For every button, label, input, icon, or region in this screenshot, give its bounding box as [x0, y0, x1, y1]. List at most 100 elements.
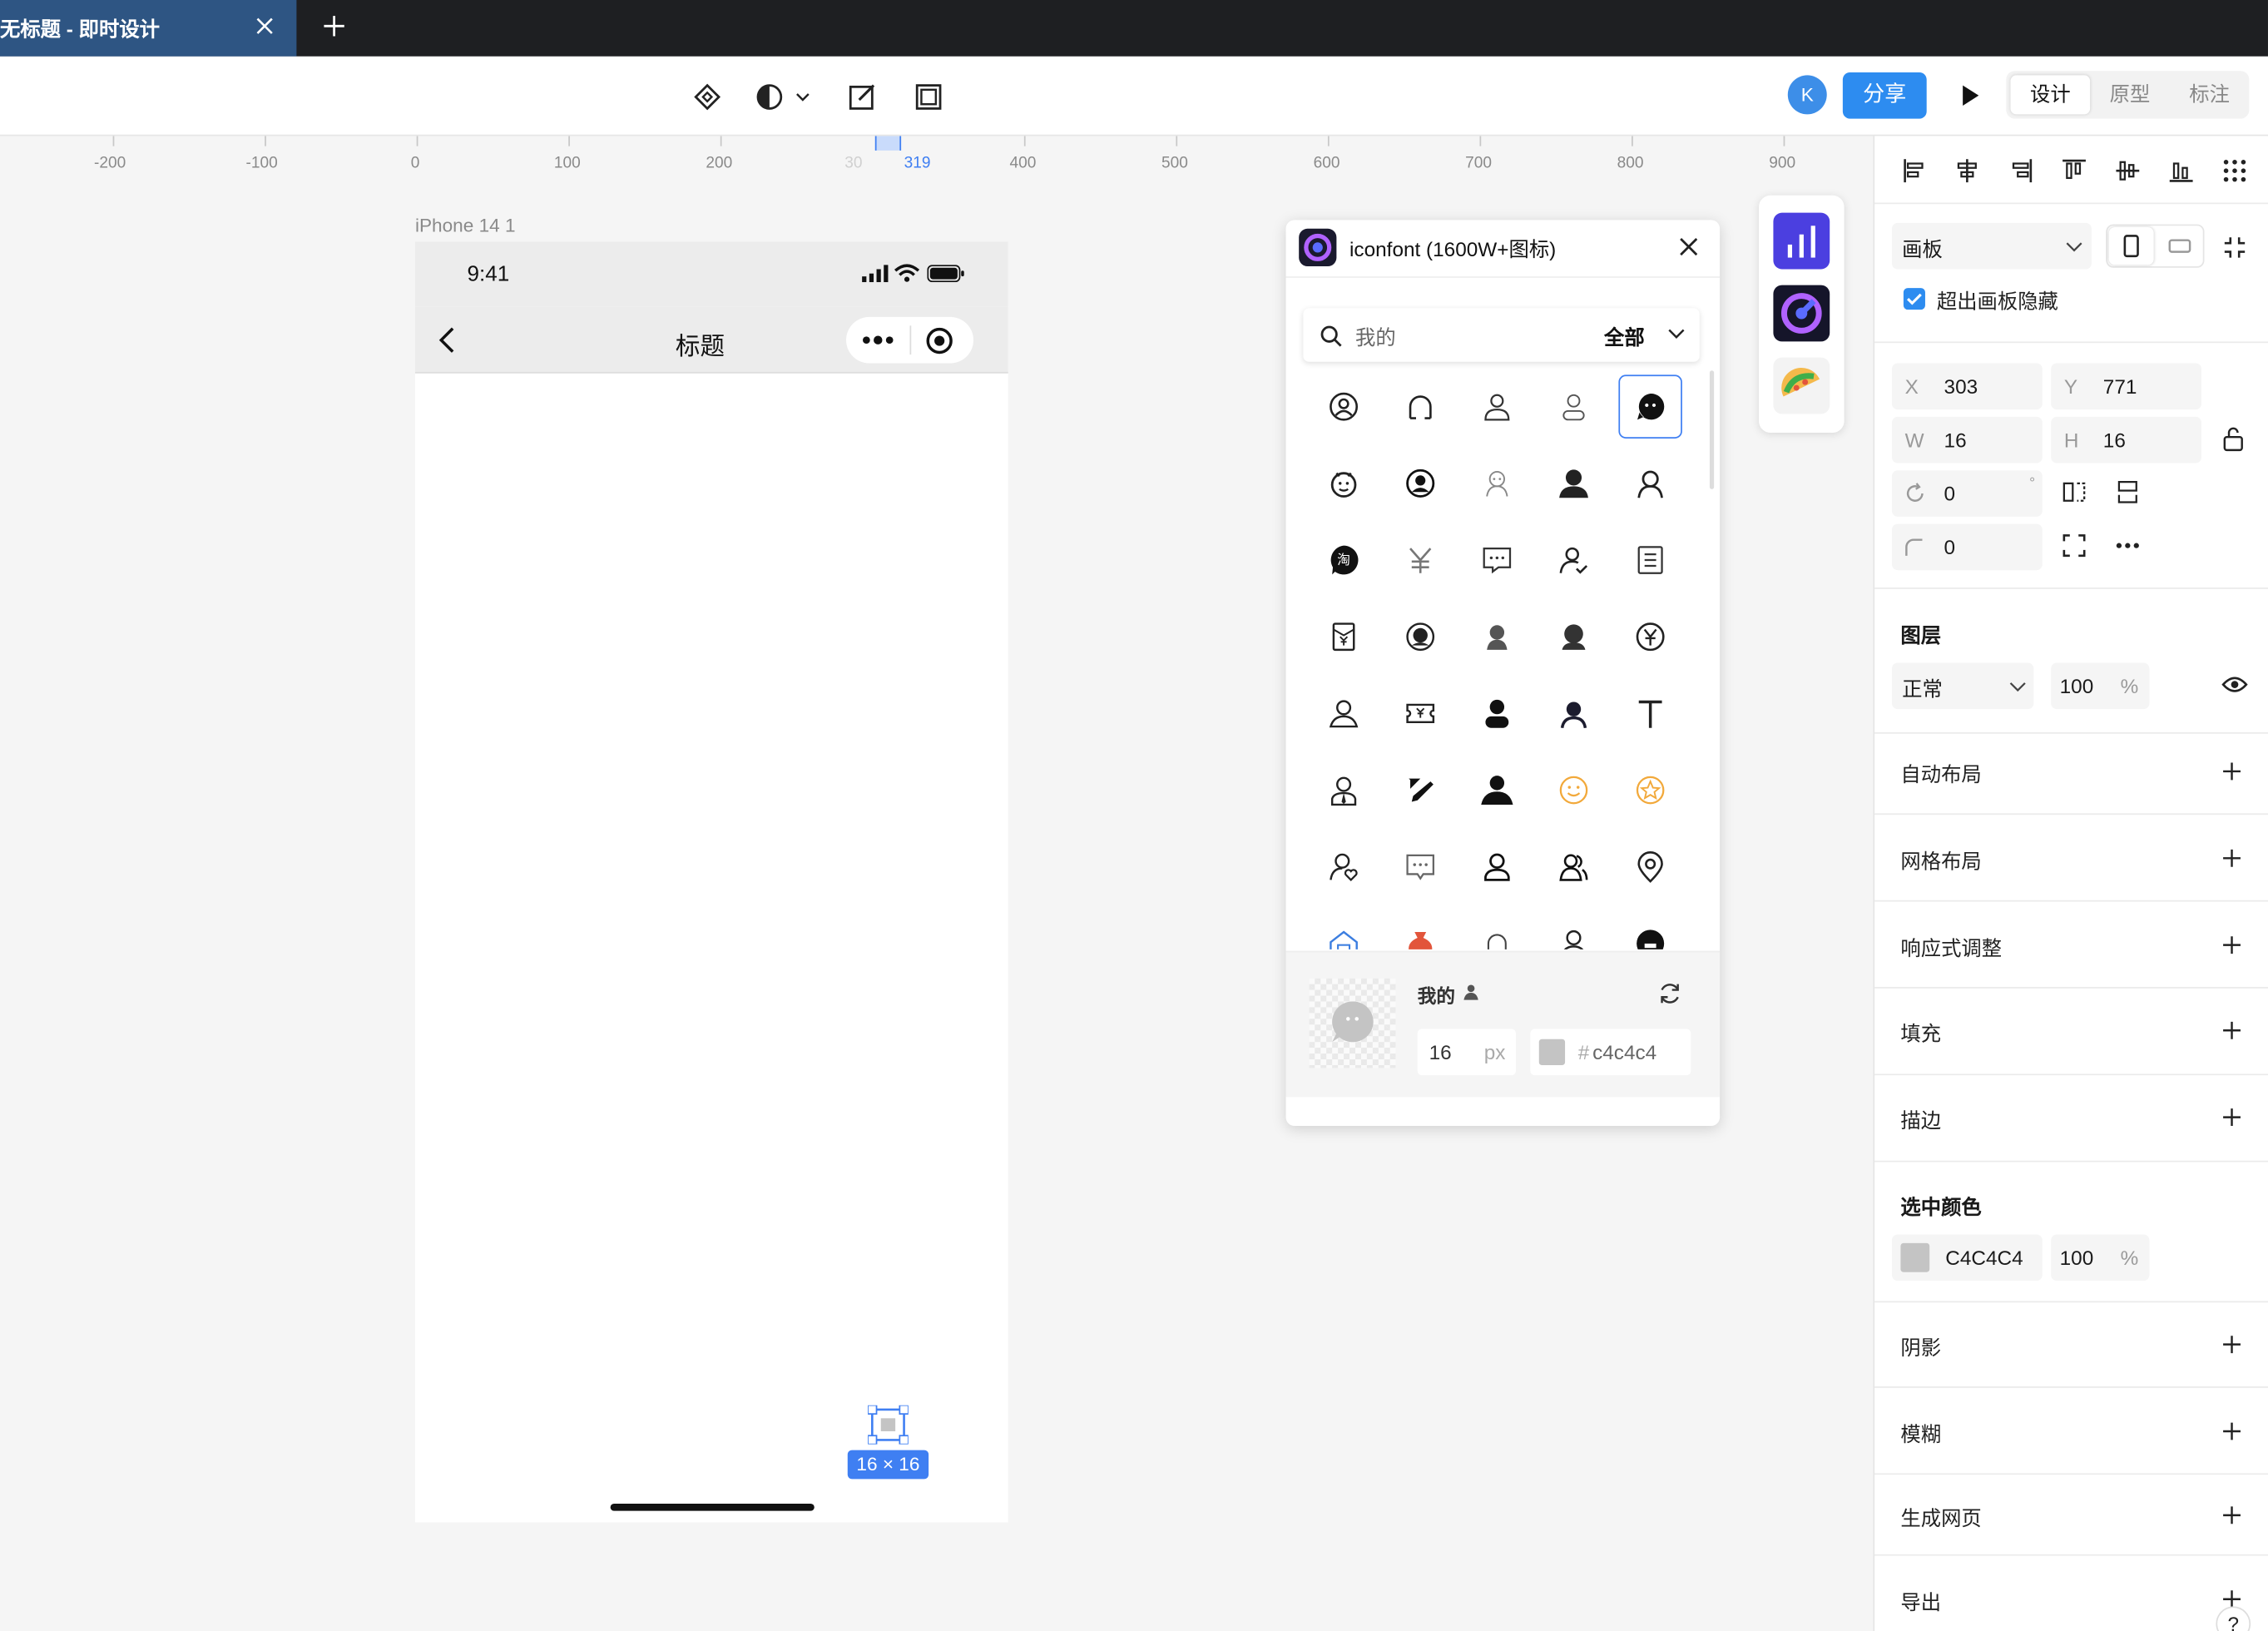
selected-color-opacity-field[interactable]: 100 % [2051, 1234, 2150, 1282]
user-line-icon[interactable] [1618, 452, 1681, 516]
distribute-grid-icon[interactable] [2221, 158, 2247, 184]
flip-vertical-icon[interactable] [2116, 480, 2139, 503]
selected-icon-bounding-box[interactable] [868, 1405, 909, 1445]
text-icon[interactable] [1618, 682, 1681, 746]
rotation-value[interactable]: 0 [1944, 482, 1956, 505]
user-avatar[interactable]: K [1787, 75, 1827, 115]
h-value[interactable]: 16 [2103, 429, 2126, 452]
person-tie-icon[interactable] [1312, 758, 1375, 822]
share-button[interactable]: 分享 [1842, 72, 1927, 119]
rotation-field[interactable]: 0 ° [1891, 470, 2043, 517]
lock-ratio-icon[interactable] [2221, 425, 2245, 452]
add-generate-webpage-icon[interactable] [2221, 1505, 2241, 1525]
icon-color-value[interactable]: c4c4c4 [1592, 1040, 1656, 1063]
comment-icon[interactable] [1389, 835, 1452, 899]
user-check-icon[interactable] [1542, 528, 1605, 592]
selected-color-field[interactable]: C4C4C4 [1891, 1234, 2043, 1282]
selected-color-swatch[interactable] [1900, 1242, 1930, 1272]
icon-color-field[interactable]: # c4c4c4 [1530, 1029, 1691, 1076]
user-thin-icon[interactable] [1542, 374, 1605, 439]
document-list-icon[interactable] [1618, 528, 1681, 592]
star-badge-orange-icon[interactable] [1618, 758, 1681, 822]
yen-icon[interactable] [1389, 528, 1452, 592]
add-stroke-icon[interactable] [2221, 1107, 2241, 1127]
collapse-icon[interactable] [2221, 235, 2247, 260]
user-outline-icon[interactable] [1465, 374, 1528, 439]
icon-search-bar[interactable]: 我的 全部 [1303, 308, 1700, 362]
more-icon[interactable] [862, 333, 894, 347]
align-right-icon[interactable] [2008, 158, 2033, 184]
align-horizontal-center-icon[interactable] [1954, 158, 1980, 184]
align-bottom-icon[interactable] [2168, 158, 2194, 184]
x-field[interactable]: X 303 [1891, 363, 2043, 410]
icon-size-field[interactable]: 16 px [1417, 1029, 1516, 1076]
selected-color-opacity[interactable]: 100 [2060, 1246, 2094, 1269]
shop-blue-icon[interactable] [1312, 912, 1375, 949]
more-options-icon[interactable] [2115, 541, 2141, 549]
add-grid-layout-icon[interactable] [2221, 848, 2241, 868]
frame-type-select[interactable]: 画板 [1891, 222, 2092, 270]
mode-prototype-tab[interactable]: 原型 [2090, 75, 2170, 114]
align-vertical-center-icon[interactable] [2115, 158, 2141, 184]
component-icon[interactable] [693, 82, 722, 112]
taco-plugin-icon[interactable] [1773, 357, 1830, 414]
account-circle-icon[interactable] [1389, 452, 1452, 516]
x-value[interactable]: 303 [1944, 374, 1978, 398]
shadow-section-title[interactable]: 阴影 [1900, 1333, 1941, 1362]
add-blur-icon[interactable] [2221, 1421, 2241, 1441]
y-value[interactable]: 771 [2103, 374, 2137, 398]
add-auto-layout-icon[interactable] [2221, 761, 2241, 781]
mode-design-tab[interactable]: 设计 [2010, 75, 2091, 115]
generate-webpage-section-title[interactable]: 生成网页 [1900, 1504, 1981, 1533]
landscape-icon[interactable] [2158, 227, 2203, 265]
users-group-icon[interactable] [1542, 835, 1605, 899]
taobao-chat-icon[interactable]: 淘 [1312, 528, 1375, 592]
user-bust-icon[interactable] [1542, 605, 1605, 669]
eye-icon[interactable] [2221, 674, 2248, 694]
add-responsive-icon[interactable] [2221, 934, 2241, 954]
mode-annotate-tab[interactable]: 标注 [2170, 75, 2250, 114]
yen-ticket-icon[interactable] [1389, 682, 1452, 746]
align-left-icon[interactable] [1902, 158, 1928, 184]
flip-horizontal-icon[interactable] [2062, 480, 2086, 503]
location-pin-icon[interactable] [1618, 835, 1681, 899]
responsive-section-title[interactable]: 响应式调整 [1900, 934, 2002, 963]
person-fill-icon[interactable] [1465, 758, 1528, 822]
refresh-icon[interactable] [1657, 981, 1682, 1006]
message-icon[interactable] [1465, 528, 1528, 592]
help-button[interactable]: ? [2216, 1606, 2251, 1631]
person-dark-icon[interactable] [1542, 682, 1605, 746]
auto-layout-section-title[interactable]: 自动布局 [1900, 760, 1981, 789]
align-top-icon[interactable] [2061, 158, 2087, 184]
chevron-down-icon[interactable] [1668, 329, 1686, 340]
selected-color-hex[interactable]: C4C4C4 [1945, 1246, 2023, 1269]
close-target-icon[interactable] [926, 327, 953, 354]
chart-plugin-icon[interactable] [1773, 212, 1830, 270]
w-value[interactable]: 16 [1944, 429, 1967, 452]
iconfont-plugin-icon[interactable] [1773, 285, 1830, 342]
yen-circle-icon[interactable] [1618, 605, 1681, 669]
export-section-title[interactable]: 导出 [1900, 1588, 1941, 1617]
fill-section-title[interactable]: 填充 [1900, 1019, 1941, 1048]
chat-face-icon[interactable] [1618, 374, 1682, 439]
avatar-circle-icon[interactable] [1389, 605, 1452, 669]
corner-radius-value[interactable]: 0 [1944, 535, 1956, 558]
frame-label[interactable]: iPhone 14 1 [415, 214, 516, 235]
user-gray-icon[interactable] [1465, 605, 1528, 669]
tag-edit-icon[interactable] [1389, 758, 1452, 822]
close-tab-icon[interactable] [255, 16, 275, 36]
scope-select[interactable]: 全部 [1604, 323, 1645, 352]
layer-opacity-field[interactable]: 100 % [2051, 662, 2150, 710]
frame-icon[interactable] [914, 82, 943, 112]
play-icon[interactable] [1959, 84, 1982, 107]
portrait-icon[interactable] [2108, 227, 2154, 265]
blend-mode-select[interactable]: 正常 [1891, 662, 2034, 710]
corner-radius-field[interactable]: 0 [1891, 523, 2043, 571]
money-bag-red-icon[interactable] [1389, 912, 1452, 949]
yen-envelope-icon[interactable] [1312, 605, 1375, 669]
person-outline-icon[interactable] [1312, 682, 1375, 746]
cartoon-user-icon[interactable] [1465, 452, 1528, 516]
icon-size-value[interactable]: 16 [1429, 1040, 1452, 1063]
clip-content-checkbox[interactable] [1903, 288, 1925, 310]
person-line-icon[interactable] [1542, 912, 1605, 949]
